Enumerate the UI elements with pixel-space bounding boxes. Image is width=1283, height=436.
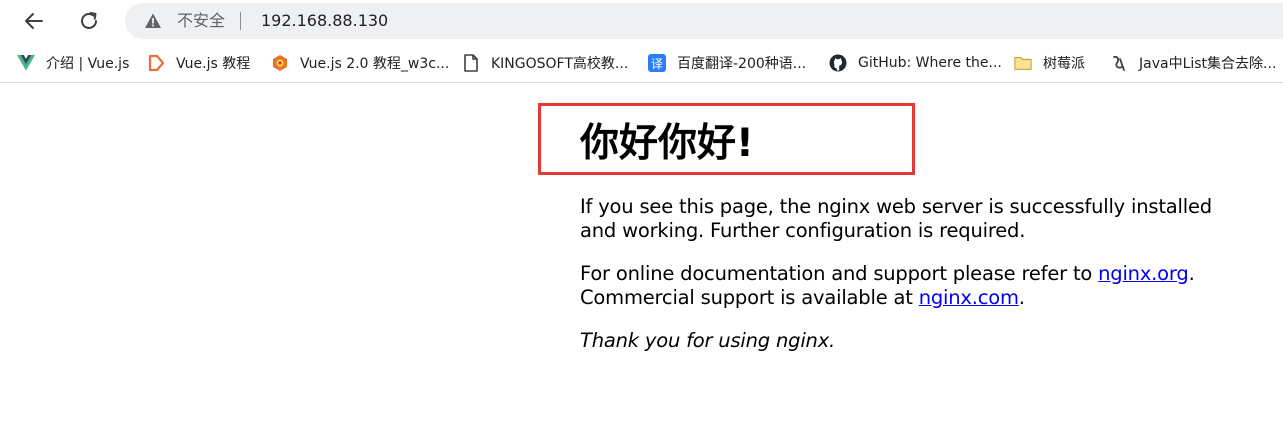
support-text: For online documentation and support ple… (580, 262, 1099, 285)
baidu-translate-icon: 译 (648, 54, 666, 72)
bookmark-raspberry-pi[interactable]: 树莓派 (1014, 52, 1085, 74)
bookmark-java-list[interactable]: Java中List集合去除... (1110, 52, 1276, 74)
url-text[interactable]: 192.168.88.130 (261, 11, 388, 31)
nginx-org-link[interactable]: nginx.org (1098, 262, 1189, 285)
nginx-com-link[interactable]: nginx.com (919, 286, 1019, 309)
runoob-logo-icon (147, 54, 165, 72)
security-status-label[interactable]: 不安全 (177, 11, 225, 31)
commercial-support-text: Commercial support is available at (580, 286, 919, 309)
bookmark-label: Vue.js 2.0 教程_w3c... (300, 56, 450, 72)
intro-paragraph: If you see this page, the nginx web serv… (580, 195, 1212, 242)
back-button[interactable] (19, 6, 49, 36)
page-content: 你好你好! If you see this page, the nginx we… (0, 84, 1283, 436)
bookmark-baidu-translate[interactable]: 译 百度翻译-200种语... (648, 52, 806, 74)
bookmark-label: 树莓派 (1043, 56, 1085, 72)
bookmark-kingosoft[interactable]: KINGOSOFT高校教... (462, 52, 628, 74)
support-punct: . (1188, 262, 1195, 285)
address-bar[interactable]: 不安全 192.168.88.130 (125, 3, 1283, 39)
bookmark-label: Java中List集合去除... (1139, 56, 1277, 72)
reload-button[interactable] (74, 6, 104, 36)
site-logo-icon (1110, 54, 1128, 72)
page-title: 你好你好! (580, 121, 754, 166)
warning-triangle-icon[interactable] (144, 12, 162, 30)
bookmark-vue-intro[interactable]: 介绍 | Vue.js (17, 52, 129, 74)
support-paragraph: For online documentation and support ple… (580, 262, 1220, 310)
omnibox-divider (240, 12, 241, 30)
vue-logo-icon (17, 54, 35, 72)
document-icon (462, 54, 480, 72)
w3c-logo-icon (271, 54, 289, 72)
svg-text:译: 译 (651, 57, 663, 71)
bookmark-label: 介绍 | Vue.js (46, 56, 130, 72)
bookmarks-bar: 介绍 | Vue.js Vue.js 教程 Vue.js 2.0 教程_w3c.… (0, 43, 1283, 83)
bookmark-vue-w3c[interactable]: Vue.js 2.0 教程_w3c... (271, 52, 449, 74)
bookmark-vue-tutorial[interactable]: Vue.js 教程 (147, 52, 250, 74)
thank-you-text: Thank you for using nginx. (580, 329, 836, 352)
bookmark-github[interactable]: GitHub: Where the... (829, 52, 1002, 74)
bookmark-label: GitHub: Where the... (858, 55, 1002, 71)
folder-icon (1014, 54, 1032, 72)
browser-toolbar: 不安全 192.168.88.130 (0, 0, 1283, 43)
bookmark-label: Vue.js 教程 (176, 56, 251, 72)
reload-icon (81, 12, 97, 29)
arrow-left-icon (25, 13, 43, 29)
bookmark-label: 百度翻译-200种语... (677, 56, 807, 72)
bookmark-label: KINGOSOFT高校教... (491, 56, 629, 72)
github-icon (829, 54, 847, 72)
commercial-punct: . (1018, 286, 1025, 309)
